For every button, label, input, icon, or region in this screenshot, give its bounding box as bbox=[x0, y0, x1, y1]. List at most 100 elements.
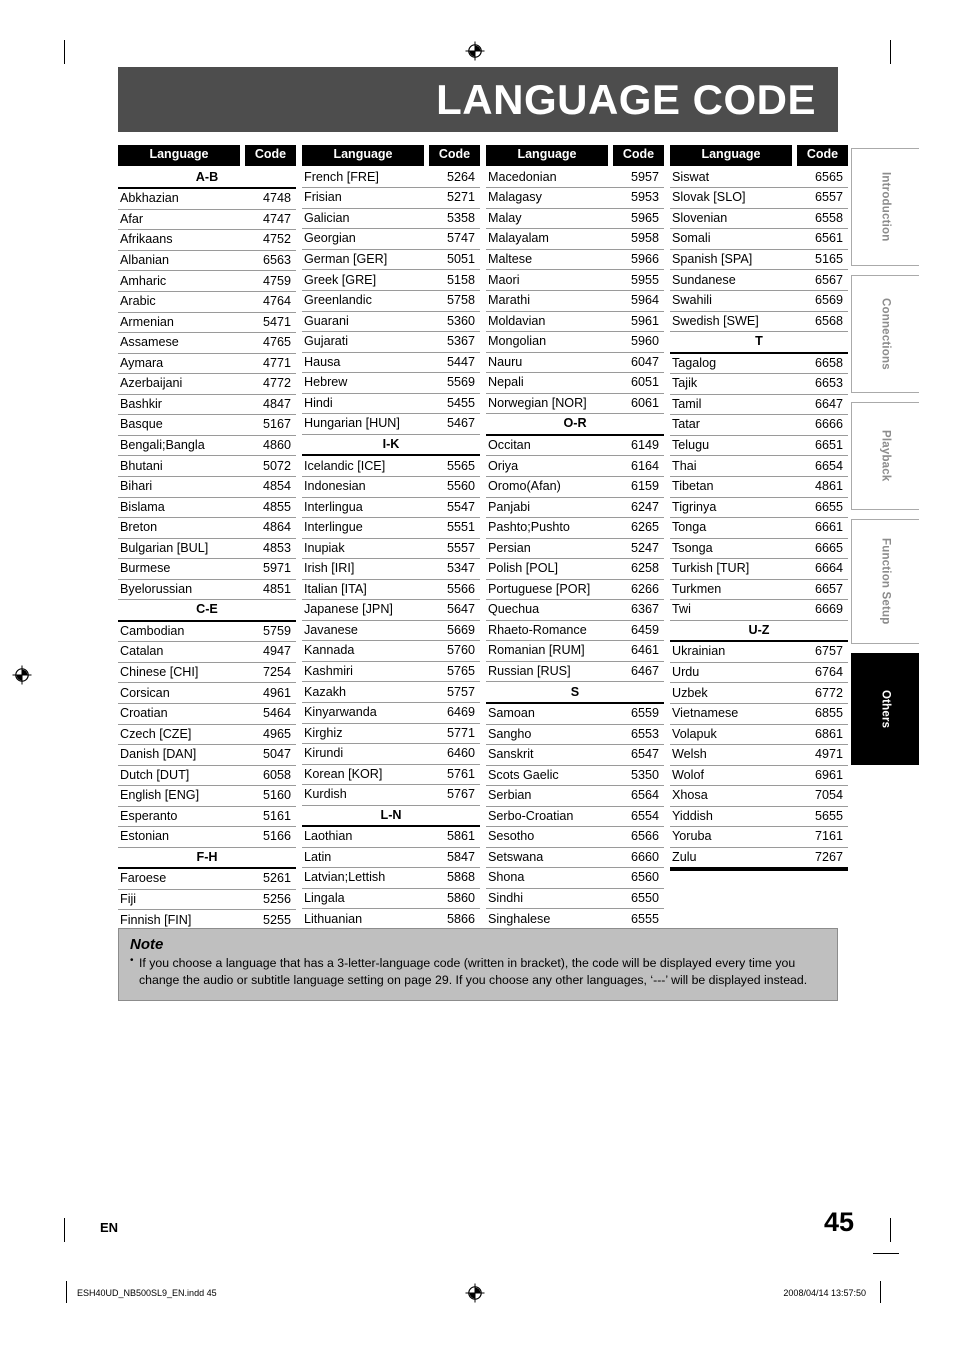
language-name: German [GER] bbox=[302, 249, 428, 271]
language-code: 5960 bbox=[612, 331, 664, 353]
language-code: 6657 bbox=[796, 579, 848, 601]
language-code: 5464 bbox=[244, 703, 296, 725]
language-name: Fiji bbox=[118, 889, 244, 911]
language-code: 5771 bbox=[428, 723, 480, 745]
print-filename: ESH40UD_NB500SL9_EN.indd 45 bbox=[77, 1288, 217, 1298]
language-name: Mongolian bbox=[486, 331, 612, 353]
table-row: Marathi 5964 bbox=[486, 290, 664, 312]
table-row: Latvian;Lettish 5868 bbox=[302, 867, 480, 889]
language-name: Sindhi bbox=[486, 888, 612, 910]
language-code: 6757 bbox=[796, 641, 848, 663]
table-row: Fiji 5256 bbox=[118, 889, 296, 911]
language-name: Setswana bbox=[486, 847, 612, 869]
language-name: Panjabi bbox=[486, 497, 612, 519]
language-name: Gujarati bbox=[302, 331, 428, 353]
section-tab-introduction[interactable]: Introduction bbox=[851, 148, 919, 266]
language-name: Nepali bbox=[486, 372, 612, 394]
language-name: Singhalese bbox=[488, 911, 551, 926]
section-divider-row: S bbox=[486, 681, 664, 704]
language-code: 6764 bbox=[796, 662, 848, 684]
language-name: Shona bbox=[486, 867, 612, 889]
language-name: Catalan bbox=[118, 641, 244, 663]
table-row: Interlingua 5547 bbox=[302, 497, 480, 519]
table-row: Sundanese 6567 bbox=[670, 269, 848, 292]
table-row: Portuguese [POR] 6266 bbox=[486, 579, 664, 601]
language-code: 4864 bbox=[244, 517, 296, 539]
table-row: Twi 6669 bbox=[670, 599, 848, 621]
language-code: 5072 bbox=[244, 455, 296, 477]
language-code: 6647 bbox=[796, 394, 848, 416]
language-name: Xhosa bbox=[670, 785, 796, 807]
table-row: Finnish [FIN] 5255 bbox=[118, 910, 296, 930]
table-row: Japanese [JPN] 5647 bbox=[302, 599, 480, 621]
language-code: 5958 bbox=[612, 228, 664, 250]
language-name: Bulgarian [BUL] bbox=[118, 538, 244, 560]
language-code: 5747 bbox=[428, 228, 480, 250]
language-name: Irish [IRI] bbox=[302, 558, 428, 580]
language-code: 5547 bbox=[428, 497, 480, 519]
language-name: French [FRE] bbox=[302, 167, 428, 189]
language-name: Zulu bbox=[672, 849, 697, 864]
language-code: 5560 bbox=[428, 476, 480, 498]
table-row: Swahili 6569 bbox=[670, 290, 848, 312]
section-label: U-Z bbox=[670, 619, 848, 643]
table-row: Bislama 4855 bbox=[118, 497, 296, 519]
table-row: Azerbaijani 4772 bbox=[118, 373, 296, 395]
language-name: Latin bbox=[302, 847, 428, 869]
language-name: Urdu bbox=[670, 662, 796, 684]
section-label: T bbox=[670, 331, 848, 354]
language-name: Tagalog bbox=[670, 352, 796, 375]
language-code: 6553 bbox=[612, 724, 664, 746]
language-name: Kurdish bbox=[302, 784, 428, 806]
language-code: 4771 bbox=[244, 353, 296, 375]
table-row: German [GER] 5051 bbox=[302, 249, 480, 271]
language-code: 5166 bbox=[244, 826, 296, 848]
table-row: Breton 4864 bbox=[118, 517, 296, 539]
table-row: Ukrainian 6757 bbox=[670, 641, 848, 663]
language-name: Tatar bbox=[670, 414, 796, 436]
section-divider-row: I-K bbox=[302, 433, 480, 457]
language-code: 5160 bbox=[244, 785, 296, 807]
section-tab-function-setup[interactable]: Function Setup bbox=[851, 519, 919, 644]
language-name: Tigrinya bbox=[670, 497, 796, 519]
language-name: Galician bbox=[302, 208, 428, 230]
language-code: 6469 bbox=[428, 702, 480, 724]
registration-mark-top bbox=[465, 41, 485, 61]
language-code: 5966 bbox=[612, 249, 664, 271]
language-code: 5965 bbox=[612, 208, 664, 230]
language-code: 5971 bbox=[244, 558, 296, 580]
language-code: 6855 bbox=[796, 703, 848, 725]
language-name: Turkmen bbox=[670, 579, 796, 601]
table-row: Sindhi 6550 bbox=[486, 888, 664, 910]
table-row: Yoruba 7161 bbox=[670, 826, 848, 848]
table-row: Bashkir 4847 bbox=[118, 394, 296, 416]
language-name: Italian [ITA] bbox=[302, 579, 428, 601]
table-row: Vietnamese 6855 bbox=[670, 703, 848, 725]
language-code: 6547 bbox=[612, 744, 664, 766]
language-code: 6258 bbox=[612, 558, 664, 580]
section-tab-others[interactable]: Others bbox=[851, 653, 919, 765]
language-code: 6149 bbox=[612, 434, 664, 457]
language-code: 6247 bbox=[612, 497, 664, 519]
language-name: Oromo(Afan) bbox=[486, 476, 612, 498]
table-row: Tatar 6666 bbox=[670, 414, 848, 436]
language-code: 4965 bbox=[244, 724, 296, 746]
language-code: 6461 bbox=[612, 640, 664, 662]
section-tab-playback[interactable]: Playback bbox=[851, 402, 919, 510]
table-row: Xhosa 7054 bbox=[670, 785, 848, 807]
section-tab-connections[interactable]: Connections bbox=[851, 275, 919, 393]
column-header: Language Code bbox=[670, 145, 848, 166]
table-row: Laothian 5861 bbox=[302, 826, 480, 848]
language-code: 6460 bbox=[428, 743, 480, 765]
table-row: Moldavian 5961 bbox=[486, 311, 664, 333]
section-divider-row: O-R bbox=[486, 413, 664, 436]
language-code-table: French [FRE] 5264 Frisian 5271 Galician 5358 G… bbox=[302, 167, 480, 929]
language-name: Serbian bbox=[486, 785, 612, 807]
language-name: Scots Gaelic bbox=[486, 765, 612, 787]
language-name: Malay bbox=[486, 208, 612, 230]
language-name: Czech [CZE] bbox=[118, 724, 244, 746]
note-title: Note bbox=[130, 936, 164, 953]
table-row: Norwegian [NOR] 6061 bbox=[486, 393, 664, 415]
language-code: 5167 bbox=[244, 414, 296, 436]
table-row: Rhaeto-Romance 6459 bbox=[486, 620, 664, 642]
